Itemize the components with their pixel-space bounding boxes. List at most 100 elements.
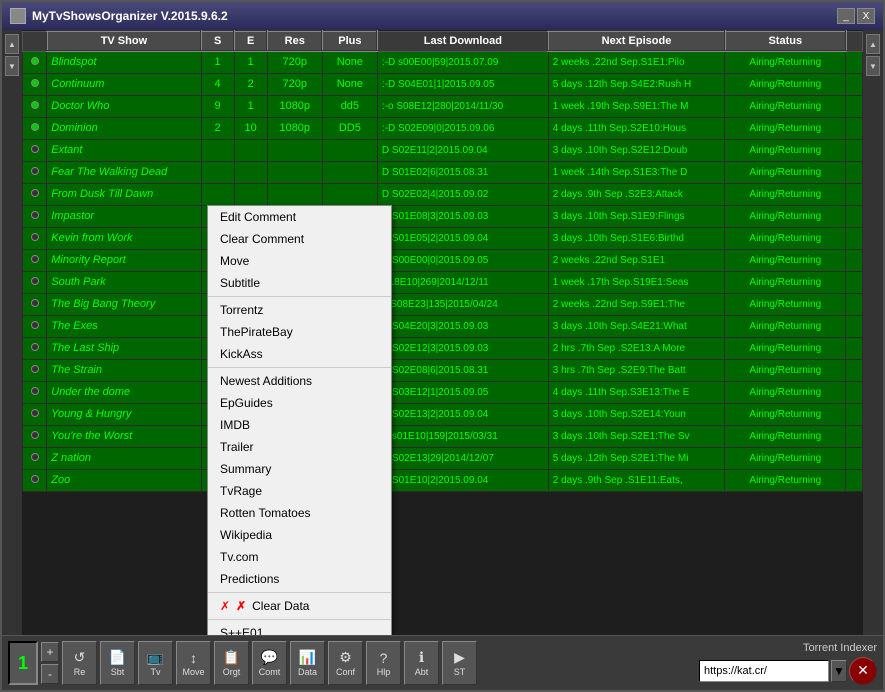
data-label: Data bbox=[298, 667, 317, 677]
torrent-dropdown-button[interactable]: ▼ bbox=[831, 660, 847, 682]
menu-spplusplus-e01[interactable]: S++E01 bbox=[208, 622, 391, 635]
data-button[interactable]: 📊 Data bbox=[290, 641, 325, 685]
menu-wikipedia[interactable]: Wikipedia bbox=[208, 524, 391, 546]
table-row[interactable]: Under the domeD S03E12|1|2015.09.054 day… bbox=[23, 381, 863, 403]
row-show-name: Under the dome bbox=[47, 381, 201, 403]
table-row[interactable]: The Last ShipD S02E12|3|2015.09.032 hrs … bbox=[23, 337, 863, 359]
row-scroll bbox=[846, 73, 863, 95]
torrent-url-input[interactable] bbox=[699, 660, 829, 682]
table-row[interactable]: South ParkS18E10|269|2014/12/111 week .1… bbox=[23, 271, 863, 293]
row-indicator bbox=[23, 73, 47, 95]
right-sidebar: ▲ ▼ bbox=[863, 30, 883, 635]
right-scroll-down[interactable]: ▼ bbox=[866, 56, 880, 76]
col-nextepisode[interactable]: Next Episode bbox=[548, 31, 724, 51]
app-title: MyTvShowsOrganizer V.2015.9.6.2 bbox=[32, 9, 228, 23]
row-next-episode: 3 days .10th Sep.S2E1:The Sv bbox=[548, 425, 724, 447]
row-status: Airing/Returning bbox=[725, 381, 846, 403]
row-plus bbox=[322, 139, 377, 161]
row-e bbox=[234, 139, 267, 161]
row-plus: dd5 bbox=[322, 95, 377, 117]
organize-label: Orgt bbox=[223, 667, 241, 677]
tv-button[interactable]: 📺 Tv bbox=[138, 641, 173, 685]
page-minus-button[interactable]: - bbox=[41, 664, 59, 684]
row-plus bbox=[322, 161, 377, 183]
col-lastdownload[interactable]: Last Download bbox=[377, 31, 548, 51]
subtitle-label: Sbt bbox=[111, 667, 125, 677]
table-row[interactable]: ImpastorD S01E08|3|2015.09.033 days .10t… bbox=[23, 205, 863, 227]
right-scroll-up[interactable]: ▲ bbox=[866, 34, 880, 54]
table-row[interactable]: The StrainD S02E08|6|2015.08.313 hrs .7t… bbox=[23, 359, 863, 381]
row-e: 2 bbox=[234, 73, 267, 95]
row-status: Airing/Returning bbox=[725, 227, 846, 249]
subtitle-button[interactable]: 📄 Sbt bbox=[100, 641, 135, 685]
table-row[interactable]: Blindspot11720pNone:-D s00E00|59|2015.07… bbox=[23, 51, 863, 73]
row-last-download: :-D S04E01|1|2015.09.05 bbox=[377, 73, 548, 95]
move-button[interactable]: ↕ Move bbox=[176, 641, 211, 685]
row-res bbox=[267, 161, 322, 183]
table-row[interactable]: Young & HungryD S02E13|2|2015.09.043 day… bbox=[23, 403, 863, 425]
table-row[interactable]: The ExesD S04E20|3|2015.09.033 days .10t… bbox=[23, 315, 863, 337]
col-s[interactable]: S bbox=[201, 31, 234, 51]
refresh-button[interactable]: ↺ Re bbox=[62, 641, 97, 685]
help-button[interactable]: ? Hlp bbox=[366, 641, 401, 685]
col-tvshow[interactable]: TV Show bbox=[47, 31, 201, 51]
menu-tvrage[interactable]: TvRage bbox=[208, 480, 391, 502]
menu-summary[interactable]: Summary bbox=[208, 458, 391, 480]
menu-newest-additions[interactable]: Newest Additions bbox=[208, 370, 391, 392]
config-button[interactable]: ⚙ Conf bbox=[328, 641, 363, 685]
row-scroll bbox=[846, 337, 863, 359]
menu-edit-comment[interactable]: Edit Comment bbox=[208, 206, 391, 228]
menu-clear-comment[interactable]: Clear Comment bbox=[208, 228, 391, 250]
row-indicator bbox=[23, 293, 47, 315]
menu-move[interactable]: Move bbox=[208, 250, 391, 272]
col-status[interactable]: Status bbox=[725, 31, 846, 51]
about-button[interactable]: ℹ Abt bbox=[404, 641, 439, 685]
row-status: Airing/Returning bbox=[725, 95, 846, 117]
menu-kickass[interactable]: KickAss bbox=[208, 343, 391, 365]
table-row[interactable]: From Dusk Till DawnD S02E02|4|2015.09.02… bbox=[23, 183, 863, 205]
table-row[interactable]: Continuum42720pNone:-D S04E01|1|2015.09.… bbox=[23, 73, 863, 95]
col-res[interactable]: Res bbox=[267, 31, 322, 51]
organize-button[interactable]: 📋 Orgt bbox=[214, 641, 249, 685]
menu-thepiratebay[interactable]: ThePirateBay bbox=[208, 321, 391, 343]
torrent-input-row: ▼ ✕ bbox=[699, 657, 877, 685]
table-row[interactable]: ZooD S01E10|2|2015.09.042 days .9th Sep … bbox=[23, 469, 863, 491]
page-plus-button[interactable]: + bbox=[41, 642, 59, 662]
table-row[interactable]: Fear The Walking DeadD S01E02|6|2015.08.… bbox=[23, 161, 863, 183]
row-scroll bbox=[846, 95, 863, 117]
table-row[interactable]: Minority ReportD S00E00|0|2015.09.052 we… bbox=[23, 249, 863, 271]
menu-imdb[interactable]: IMDB bbox=[208, 414, 391, 436]
row-show-name: Continuum bbox=[47, 73, 201, 95]
left-scroll-down[interactable]: ▼ bbox=[5, 56, 19, 76]
table-row[interactable]: Z nationD S02E13|29|2014/12/075 days .12… bbox=[23, 447, 863, 469]
menu-subtitle[interactable]: Subtitle bbox=[208, 272, 391, 294]
table-row[interactable]: ExtantD S02E11|2|2015.09.043 days .10th … bbox=[23, 139, 863, 161]
table-row[interactable]: Kevin from WorkD S01E05|2|2015.09.043 da… bbox=[23, 227, 863, 249]
col-e[interactable]: E bbox=[234, 31, 267, 51]
minimize-button[interactable]: _ bbox=[837, 8, 855, 24]
row-indicator bbox=[23, 469, 47, 491]
start-button[interactable]: ▶ ST bbox=[442, 641, 477, 685]
about-icon: ℹ bbox=[419, 649, 424, 666]
close-round-button[interactable]: ✕ bbox=[849, 657, 877, 685]
row-indicator bbox=[23, 227, 47, 249]
menu-tvcom[interactable]: Tv.com bbox=[208, 546, 391, 568]
menu-clear-data[interactable]: ✗ Clear Data bbox=[208, 595, 391, 617]
left-scroll-up[interactable]: ▲ bbox=[5, 34, 19, 54]
menu-epguides[interactable]: EpGuides bbox=[208, 392, 391, 414]
config-label: Conf bbox=[336, 667, 355, 677]
table-row[interactable]: You're the WorstD s01E10|159|2015/03/313… bbox=[23, 425, 863, 447]
help-label: Hlp bbox=[377, 667, 391, 677]
menu-rotten-tomatoes[interactable]: Rotten Tomatoes bbox=[208, 502, 391, 524]
table-row[interactable]: The Big Bang Theoryo S08E23|135|2015/04/… bbox=[23, 293, 863, 315]
col-plus[interactable]: Plus bbox=[322, 31, 377, 51]
table-row[interactable]: Doctor Who911080pdd5:-o S08E12|280|2014/… bbox=[23, 95, 863, 117]
menu-torrentz[interactable]: Torrentz bbox=[208, 299, 391, 321]
close-button[interactable]: X bbox=[857, 8, 875, 24]
comment-button[interactable]: 💬 Comt bbox=[252, 641, 287, 685]
menu-trailer[interactable]: Trailer bbox=[208, 436, 391, 458]
menu-predictions[interactable]: Predictions bbox=[208, 568, 391, 590]
table-row[interactable]: Dominion2101080pDD5:-D S02E09|0|2015.09.… bbox=[23, 117, 863, 139]
row-indicator bbox=[23, 205, 47, 227]
row-show-name: Doctor Who bbox=[47, 95, 201, 117]
